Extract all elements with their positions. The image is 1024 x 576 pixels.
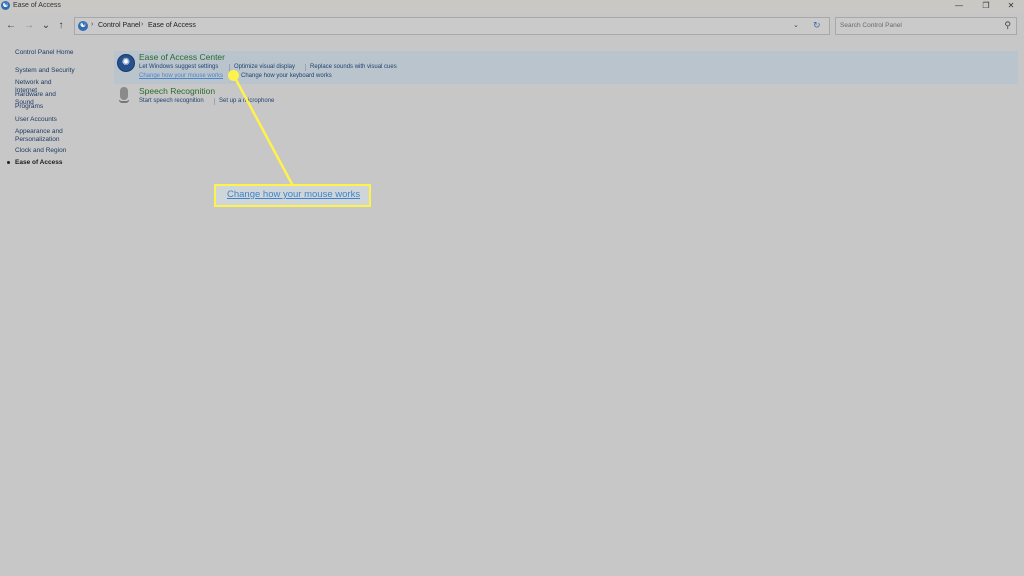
sidebar-item-appearance-and-personalization[interactable]: Appearance and Personalization (15, 128, 75, 144)
ease-of-access-icon: ☯ (1, 1, 10, 10)
change-how-your-mouse-works-link[interactable]: Change how your mouse works (139, 73, 223, 79)
sidebar-item-control-panel-home[interactable]: Control Panel Home (15, 49, 75, 57)
replace-sounds-with-visual-cues-link[interactable]: Replace sounds with visual cues (310, 64, 397, 70)
chevron-down-icon[interactable]: ⌄ (793, 21, 799, 29)
title-bar: ☯ Ease of Access — ❐ ✕ (0, 0, 1024, 13)
current-item-bullet (7, 161, 10, 164)
let-windows-suggest-settings-link[interactable]: Let Windows suggest settings (139, 64, 218, 70)
search-input[interactable]: Search Control Panel ⚲ (835, 17, 1017, 35)
control-panel-icon: ☯ (78, 21, 88, 31)
search-icon[interactable]: ⚲ (1004, 20, 1011, 31)
callout-box: Change how your mouse works (214, 184, 371, 207)
optimize-visual-display-link[interactable]: Optimize visual display (234, 64, 295, 70)
up-button[interactable]: ↑ (55, 19, 67, 33)
breadcrumb-separator-icon[interactable]: › (141, 21, 143, 28)
back-button[interactable]: ← (5, 19, 17, 33)
breadcrumb-ease-of-access[interactable]: Ease of Access (148, 22, 196, 29)
set-up-a-microphone-link[interactable]: Set up a microphone (219, 98, 274, 104)
breadcrumb-separator-icon[interactable]: › (91, 21, 93, 28)
link-divider (214, 98, 215, 105)
speech-recognition-category: Speech Recognition Start speech recognit… (114, 85, 414, 109)
callout-dot (228, 70, 239, 81)
navigation-bar: ← → ⌄ ↑ ☯ › Control Panel › Ease of Acce… (0, 13, 1024, 40)
control-panel-window: ☯ Ease of Access — ❐ ✕ ← → ⌄ ↑ ☯ › Contr… (0, 0, 1024, 576)
refresh-icon[interactable]: ↻ (813, 20, 821, 31)
sidebar-item-ease-of-access: Ease of Access (15, 159, 63, 166)
sidebar-item-programs[interactable]: Programs (15, 103, 75, 111)
ease-of-access-center-title-link[interactable]: Ease of Access Center (139, 52, 225, 62)
forward-button[interactable]: → (23, 19, 35, 33)
link-divider (305, 64, 306, 71)
restore-button[interactable]: ❐ (973, 0, 999, 12)
speech-recognition-title-link[interactable]: Speech Recognition (139, 86, 215, 96)
ease-of-access-center-icon: ✺ (117, 54, 135, 72)
close-button[interactable]: ✕ (998, 0, 1024, 12)
sidebar-item-system-and-security[interactable]: System and Security (15, 67, 75, 75)
search-placeholder: Search Control Panel (840, 22, 902, 29)
ease-of-access-center-category: ✺ Ease of Access Center Let Windows sugg… (114, 51, 1018, 84)
minimize-button[interactable]: — (946, 0, 972, 12)
recent-locations-button[interactable]: ⌄ (40, 19, 52, 33)
address-bar[interactable]: ☯ › Control Panel › Ease of Access ⌄ ↻ (74, 17, 830, 35)
breadcrumb-control-panel[interactable]: Control Panel (98, 22, 140, 29)
microphone-icon (120, 87, 128, 100)
callout-label: Change how your mouse works (227, 189, 361, 200)
change-how-your-keyboard-works-link[interactable]: Change how your keyboard works (241, 73, 332, 79)
start-speech-recognition-link[interactable]: Start speech recognition (139, 98, 204, 104)
sidebar-item-clock-and-region[interactable]: Clock and Region (15, 147, 75, 155)
sidebar-item-user-accounts[interactable]: User Accounts (15, 116, 75, 124)
window-title: Ease of Access (13, 2, 61, 9)
microphone-stand-icon (119, 100, 129, 103)
